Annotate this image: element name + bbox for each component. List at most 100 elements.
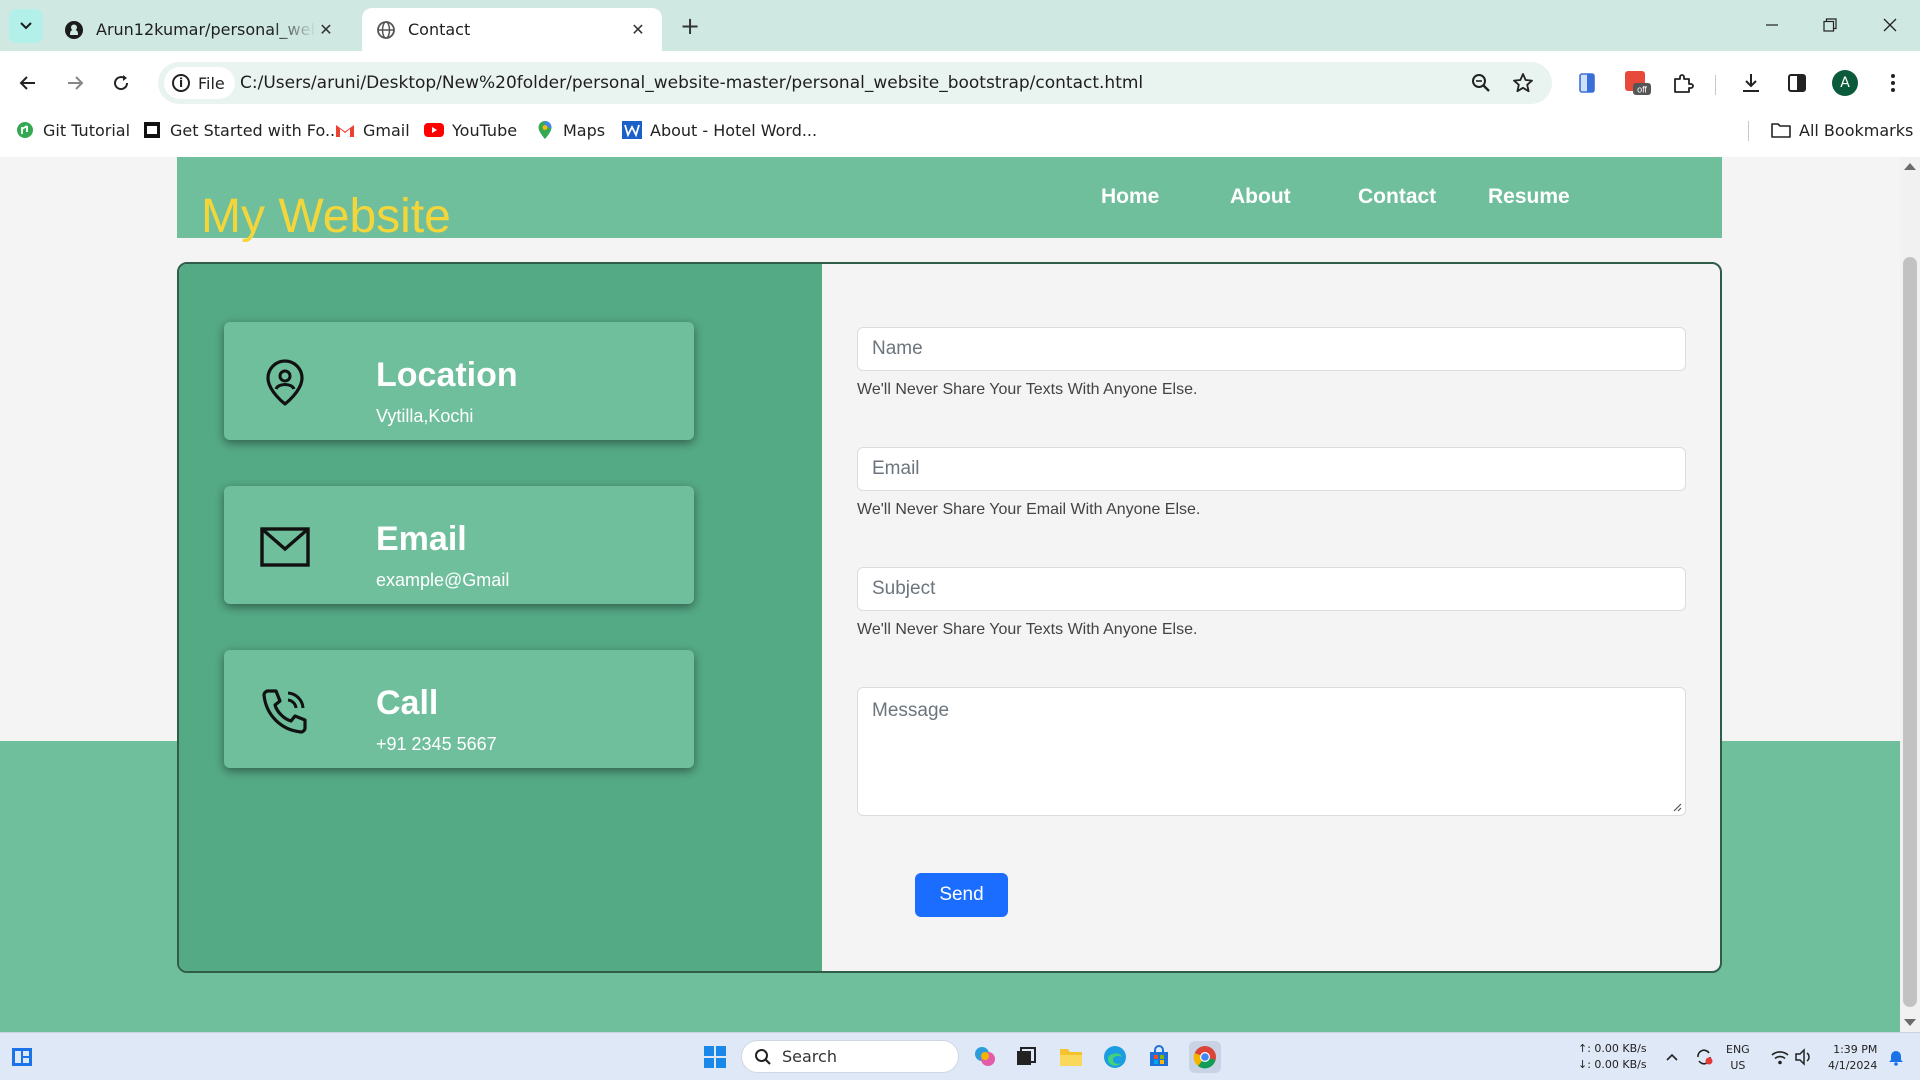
name-help-text: We'll Never Share Your Texts With Anyone… [857, 381, 1198, 398]
file-explorer-icon[interactable] [1055, 1041, 1087, 1073]
task-view-icon[interactable] [1010, 1041, 1042, 1073]
windows-taskbar: Search ↑: 0.00 KB/s ↓: 0.00 KB/s ENG US … [0, 1032, 1920, 1080]
bookmark-label: Get Started with Fo... [170, 120, 341, 140]
volume-icon[interactable] [1792, 1045, 1816, 1069]
page-icon [142, 120, 162, 140]
extension-off-icon[interactable]: off [1622, 68, 1652, 98]
envelope-icon [260, 522, 310, 572]
reload-icon [114, 75, 129, 91]
address-bar[interactable]: i File C:/Users/aruni/Desktop/New%20fold… [158, 62, 1552, 104]
chrome-icon[interactable] [1189, 1041, 1221, 1073]
forward-button[interactable] [58, 66, 92, 100]
info-icon: i [172, 74, 190, 92]
close-icon[interactable]: ✕ [316, 20, 336, 40]
message-placeholder: Message [872, 700, 950, 721]
notification-bell-icon[interactable] [1884, 1045, 1908, 1069]
download-icon[interactable] [1736, 68, 1766, 98]
reading-mode-icon[interactable] [1572, 68, 1602, 98]
tab-github[interactable]: Arun12kumar/personal_website ✕ [50, 8, 350, 51]
folder-icon [1771, 120, 1791, 140]
restore-button[interactable] [1810, 10, 1850, 40]
bookmark-label: YouTube [452, 120, 518, 140]
tab-title: Arun12kumar/personal_website [96, 20, 316, 39]
page-viewport: My Website Home About Contact Resume Loc… [0, 157, 1900, 1032]
new-tab-button[interactable]: + [676, 12, 704, 40]
bookmark-youtube[interactable]: YouTube [424, 113, 517, 147]
copilot-icon[interactable] [969, 1041, 1001, 1073]
subject-help-text: We'll Never Share Your Texts With Anyone… [857, 621, 1198, 638]
page-scrollbar[interactable] [1900, 157, 1920, 1032]
bookmark-label: All Bookmarks [1799, 120, 1914, 140]
send-button[interactable]: Send [915, 873, 1008, 917]
nav-link-contact[interactable]: Contact [1358, 185, 1436, 209]
windows-start-icon[interactable] [703, 1045, 727, 1069]
bookmark-git-tutorial[interactable]: Git Tutorial [15, 113, 130, 147]
bookmark-get-started[interactable]: Get Started with Fo... [142, 113, 340, 147]
site-info-chip[interactable]: i File [164, 67, 235, 99]
scrollbar-thumb[interactable] [1903, 257, 1917, 1007]
subject-input[interactable]: Subject [857, 567, 1686, 611]
sync-icon[interactable] [1692, 1045, 1716, 1069]
location-value: Vytilla,Kochi [376, 406, 474, 426]
language-indicator[interactable]: ENG US [1726, 1042, 1750, 1074]
hotel-word-icon [622, 120, 642, 140]
back-button[interactable] [11, 66, 45, 100]
bookmark-maps[interactable]: Maps [535, 113, 605, 147]
email-value: example@Gmail [376, 570, 510, 590]
profile-avatar[interactable]: A [1830, 68, 1860, 98]
edge-icon[interactable] [1099, 1041, 1131, 1073]
search-label: Search [782, 1047, 837, 1066]
bookmark-hotel-word[interactable]: About - Hotel Word... [622, 113, 817, 147]
location-pin-icon [260, 358, 310, 408]
arrow-right-icon [68, 76, 84, 90]
store-icon[interactable] [1143, 1041, 1175, 1073]
system-clock[interactable]: 1:39 PM 4/1/2024 [1828, 1042, 1877, 1074]
close-window-button[interactable] [1870, 10, 1910, 40]
language-code: ENG [1726, 1043, 1750, 1056]
name-input[interactable]: Name [857, 327, 1686, 371]
scroll-up-icon[interactable] [1904, 163, 1916, 170]
chevron-up-icon[interactable] [1660, 1045, 1684, 1069]
taskbar-search[interactable]: Search [741, 1040, 959, 1073]
resize-handle-icon[interactable] [1672, 802, 1682, 812]
close-icon[interactable]: ✕ [628, 20, 648, 40]
zoom-icon[interactable] [1468, 70, 1494, 96]
contact-info-panel: Location Vytilla,Kochi Email example@Gma… [179, 264, 822, 971]
kebab-menu-icon[interactable] [1878, 68, 1908, 98]
call-card: Call +91 2345 5667 [224, 650, 694, 768]
widgets-icon[interactable] [10, 1045, 34, 1069]
message-textarea[interactable]: Message [857, 687, 1686, 816]
extensions-puzzle-icon[interactable] [1668, 68, 1698, 98]
tab-title: Contact [408, 20, 471, 39]
bookmark-label: Maps [563, 120, 606, 140]
email-input[interactable]: Email [857, 447, 1686, 491]
bookmark-star-icon[interactable] [1510, 70, 1536, 96]
phone-icon [260, 686, 310, 736]
contact-card: Location Vytilla,Kochi Email example@Gma… [177, 262, 1722, 973]
github-icon [65, 20, 83, 39]
site-brand[interactable]: My Website [201, 189, 451, 244]
minimize-button[interactable] [1752, 10, 1792, 40]
location-card: Location Vytilla,Kochi [224, 322, 694, 440]
close-icon [1883, 18, 1897, 32]
toolbar-divider [1715, 75, 1716, 95]
reload-button[interactable] [104, 66, 138, 100]
bookmark-label: Git Tutorial [43, 120, 131, 140]
nav-link-home[interactable]: Home [1101, 185, 1159, 209]
scroll-down-icon[interactable] [1904, 1019, 1916, 1026]
all-bookmarks-button[interactable]: All Bookmarks [1771, 113, 1913, 147]
nav-link-about[interactable]: About [1230, 185, 1291, 209]
wifi-icon[interactable] [1768, 1045, 1792, 1069]
tab-contact[interactable]: Contact ✕ [362, 8, 662, 51]
site-navbar: My Website Home About Contact Resume [177, 157, 1722, 243]
side-panel-icon[interactable] [1782, 68, 1812, 98]
search-icon [755, 1048, 771, 1065]
url-text[interactable]: C:/Users/aruni/Desktop/New%20folder/pers… [240, 62, 1143, 104]
bookmark-gmail[interactable]: Gmail [335, 113, 410, 147]
nav-link-resume[interactable]: Resume [1488, 185, 1570, 209]
site-chip-label: File [198, 73, 225, 93]
email-card: Email example@Gmail [224, 486, 694, 604]
tab-search-button[interactable] [9, 9, 43, 43]
svg-text:off: off [1637, 85, 1647, 95]
clock-time: 1:39 PM [1833, 1043, 1878, 1056]
